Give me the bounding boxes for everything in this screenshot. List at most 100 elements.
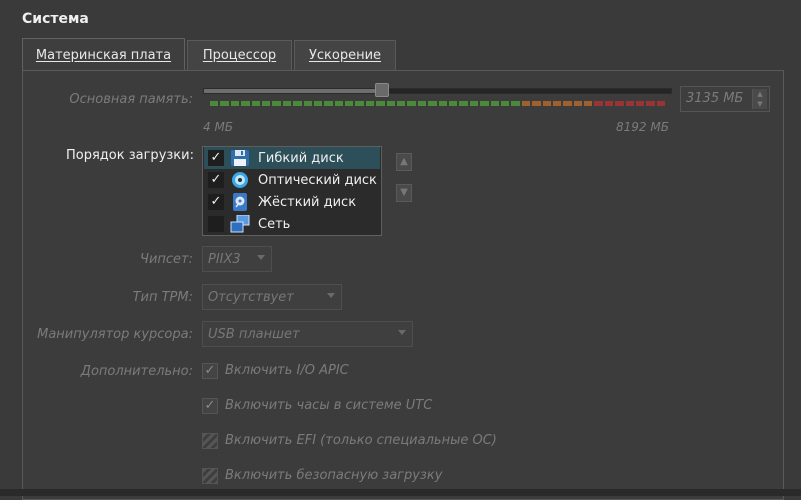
secure-boot-checkbox[interactable] (202, 468, 218, 484)
move-down-button[interactable]: ▼ (396, 184, 412, 202)
arrow-down-icon: ▼ (400, 187, 408, 198)
tab-motherboard-label: Материнская плата (35, 47, 172, 63)
memory-scale-segment (438, 101, 447, 106)
memory-scale (210, 101, 666, 106)
memory-scale-segment (324, 101, 333, 106)
memory-scale-segment (469, 101, 479, 106)
memory-scale-segment (542, 101, 551, 106)
memory-scale-segment (303, 101, 312, 106)
chipset-select[interactable]: PIIX3 (202, 246, 272, 272)
memory-scale-segment (646, 101, 655, 106)
memory-scale-segment (656, 101, 666, 106)
memory-scale-segment (480, 101, 489, 106)
boot-item-network[interactable]: Сеть (204, 213, 380, 235)
memory-scale-segment (428, 101, 437, 106)
memory-scale-segment (345, 101, 354, 106)
memory-scale-segment (573, 101, 583, 106)
utc-clock-label: Включить часы в системе UTC (225, 398, 433, 413)
memory-scale-segment (615, 101, 624, 106)
memory-scale-segment (500, 101, 510, 106)
memory-scale-segment (604, 101, 614, 106)
memory-scale-segment (417, 101, 427, 106)
memory-scale-segment (272, 101, 281, 106)
tpm-label: Тип TPM: (132, 290, 193, 305)
memory-max-label: 8192 МБ (616, 120, 669, 134)
tpm-value: Отсутствует (208, 289, 294, 305)
boot-item-floppy[interactable]: ✓ Гибкий диск (204, 147, 380, 169)
memory-scale-segment (376, 101, 385, 106)
memory-slider-track[interactable] (203, 88, 672, 94)
move-up-button[interactable]: ▲ (396, 153, 412, 171)
tab-acceleration-label: Ускорение (308, 48, 382, 63)
boot-order-list[interactable]: ✓ Гибкий диск ✓ Оптический диск ✓ Жёстки… (202, 146, 382, 236)
memory-scale-segment (594, 101, 603, 106)
memory-spin-arrows[interactable]: ▲ ▼ (752, 89, 767, 109)
boot-item-checkbox[interactable]: ✓ (208, 172, 224, 188)
efi-label: Включить EFI (только специальные ОС) (225, 433, 497, 448)
boot-item-label: Гибкий диск (258, 150, 344, 166)
memory-scale-segment (230, 101, 240, 106)
memory-scale-segment (584, 101, 593, 106)
memory-scale-segment (552, 101, 562, 106)
memory-scale-segment (334, 101, 344, 106)
boot-order-label: Порядок загрузки: (66, 148, 194, 163)
memory-min-label: 4 МБ (203, 120, 234, 134)
utc-clock-checkbox[interactable]: ✓ (202, 398, 218, 414)
memory-scale-segment (521, 101, 531, 106)
chevron-down-icon (257, 255, 265, 260)
memory-scale-segment (210, 101, 219, 106)
boot-item-label: Жёсткий диск (258, 194, 357, 210)
tab-processor[interactable]: Процессор (187, 40, 292, 70)
pointer-value: USB планшет (208, 326, 300, 342)
boot-item-label: Оптический диск (258, 172, 377, 188)
boot-item-checkbox[interactable] (208, 216, 224, 232)
ioapic-checkbox[interactable]: ✓ (202, 363, 218, 379)
memory-scale-segment (251, 101, 260, 106)
boot-item-optical[interactable]: ✓ Оптический диск (204, 169, 380, 191)
tpm-select[interactable]: Отсутствует (202, 284, 342, 310)
tab-acceleration[interactable]: Ускорение (294, 40, 396, 70)
extended-label: Дополнительно: (80, 364, 193, 379)
memory-scale-segment (563, 101, 572, 106)
boot-item-checkbox[interactable]: ✓ (208, 194, 224, 210)
memory-scale-segment (365, 101, 375, 106)
ioapic-label: Включить I/O APIC (225, 363, 349, 378)
memory-scale-segment (490, 101, 499, 106)
arrow-up-icon: ▲ (400, 156, 408, 167)
memory-scale-segment (511, 101, 520, 106)
memory-scale-segment (625, 101, 635, 106)
memory-scale-segment (397, 101, 406, 106)
memory-scale-segment (459, 101, 468, 106)
memory-scale-segment (282, 101, 292, 106)
bottom-bar (0, 489, 801, 496)
hard-disk-icon (230, 193, 250, 211)
memory-scale-segment (407, 101, 416, 106)
memory-slider-handle[interactable] (374, 83, 389, 97)
efi-checkbox[interactable] (202, 433, 218, 449)
spin-up-icon[interactable]: ▲ (753, 89, 767, 99)
boot-item-checkbox[interactable]: ✓ (208, 150, 224, 166)
section-title: Система (22, 11, 89, 27)
memory-scale-segment (241, 101, 250, 106)
chipset-label: Чипсет: (140, 252, 193, 267)
memory-value: 3135 МБ (686, 91, 744, 106)
memory-scale-segment (386, 101, 396, 106)
memory-scale-segment (261, 101, 271, 106)
boot-item-hdd[interactable]: ✓ Жёсткий диск (204, 191, 380, 213)
memory-scale-segment (220, 101, 229, 106)
memory-slider-fill (204, 89, 383, 93)
memory-scale-segment (636, 101, 645, 106)
floppy-icon (230, 149, 250, 167)
memory-label: Основная память: (69, 92, 193, 107)
pointer-select[interactable]: USB планшет (202, 321, 413, 347)
memory-scale-segment (313, 101, 323, 106)
spin-down-icon[interactable]: ▼ (753, 99, 767, 109)
memory-scale-segment (293, 101, 302, 106)
pointer-label: Манипулятор курсора: (37, 327, 193, 342)
secure-boot-label: Включить безопасную загрузку (225, 468, 443, 483)
boot-item-label: Сеть (258, 216, 291, 232)
tab-processor-label: Процессор (202, 48, 277, 63)
tab-motherboard[interactable]: Материнская плата (22, 38, 185, 71)
memory-spinbox[interactable]: 3135 МБ ▲ ▼ (680, 86, 770, 112)
chevron-down-icon (327, 293, 335, 298)
